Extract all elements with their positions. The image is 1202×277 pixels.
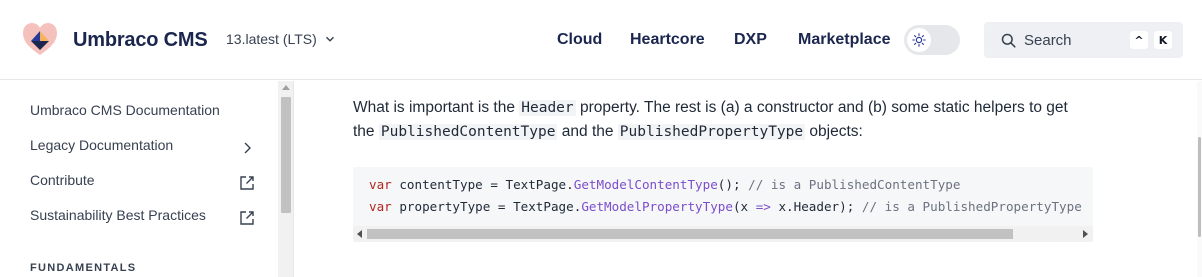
body-paragraph: What is important is the Header property… [353, 96, 1093, 144]
code-comment: // is a PublishedPropertyType [861, 199, 1082, 214]
main-content: What is important is the Header property… [295, 81, 1197, 277]
code-keyword: var [369, 177, 392, 192]
para-text: objects: [805, 123, 863, 140]
sidebar-item-contribute[interactable]: Contribute [30, 172, 262, 194]
inline-code: PublishedContentType [378, 124, 558, 140]
theme-toggle[interactable] [904, 25, 960, 55]
sun-icon [912, 33, 926, 47]
code-horizontal-scrollbar[interactable] [353, 226, 1093, 242]
scroll-up-arrow-icon[interactable] [282, 85, 290, 90]
search-placeholder: Search [1024, 32, 1072, 49]
code-text: (x [732, 199, 756, 214]
code-comment: // is a PublishedContentType [748, 177, 961, 192]
code-block[interactable]: var contentType = TextPage.GetModelConte… [353, 167, 1093, 242]
para-text: What is important is the [353, 99, 520, 116]
chevron-down-icon [325, 36, 334, 42]
scroll-left-arrow-icon[interactable] [357, 230, 362, 238]
external-link-icon [240, 211, 254, 225]
sidebar-item-label: Legacy Documentation [30, 137, 174, 153]
scrollbar-thumb[interactable] [281, 97, 291, 213]
sidebar-item-umbraco-cms-documentation[interactable]: Umbraco CMS Documentation [30, 102, 262, 124]
code-keyword: var [369, 199, 392, 214]
code-line: var propertyType = TextPage.GetModelProp… [369, 199, 1082, 214]
external-link-icon [240, 176, 254, 190]
code-text: propertyType = TextPage. [391, 199, 582, 214]
nav-heartcore[interactable]: Heartcore [630, 31, 705, 49]
sidebar-item-label: Contribute [30, 172, 95, 188]
shortcut-k-key: K [1154, 31, 1172, 49]
nav-cloud[interactable]: Cloud [557, 31, 602, 49]
nav-dxp[interactable]: DXP [734, 31, 767, 49]
code-operator: => [755, 199, 771, 214]
scrollbar-thumb[interactable] [367, 229, 1013, 239]
code-function: GetModelPropertyType [581, 199, 733, 214]
page-scrollbar[interactable] [1197, 81, 1202, 277]
scroll-right-arrow-icon[interactable] [1083, 230, 1088, 238]
sidebar-section-heading: FUNDAMENTALS [30, 262, 137, 274]
version-selector[interactable]: 13.latest (LTS) [226, 31, 335, 47]
inline-code: PublishedPropertyType [617, 124, 806, 140]
nav-marketplace[interactable]: Marketplace [798, 31, 891, 49]
sidebar-item-legacy-documentation[interactable]: Legacy Documentation [30, 137, 262, 159]
sidebar: Umbraco CMS Documentation Legacy Documen… [0, 81, 278, 277]
scrollbar-thumb[interactable] [1198, 137, 1201, 237]
search-icon [1001, 33, 1016, 48]
top-header: Umbraco CMS 13.latest (LTS) Cloud Heartc… [0, 0, 1202, 80]
sidebar-item-sustainability-best-practices[interactable]: Sustainability Best Practices [30, 207, 262, 229]
shortcut-ctrl-key: ^ [1130, 31, 1148, 49]
sidebar-item-label: Sustainability Best Practices [30, 207, 206, 223]
code-text: contentType = TextPage. [391, 177, 574, 192]
search-box[interactable]: Search ^ K [984, 22, 1183, 58]
toggle-knob [907, 28, 931, 52]
umbraco-logo-icon[interactable] [22, 22, 58, 58]
chevron-right-icon [244, 142, 251, 154]
code-text: (); [717, 177, 749, 192]
code-text: x.Header); [770, 199, 862, 214]
version-label: 13.latest (LTS) [226, 31, 317, 47]
brand-name[interactable]: Umbraco CMS [73, 29, 208, 52]
code-function: GetModelContentType [573, 177, 718, 192]
inline-code: Header [519, 100, 576, 116]
code-line: var contentType = TextPage.GetModelConte… [369, 177, 960, 192]
sidebar-item-label: Umbraco CMS Documentation [30, 102, 220, 118]
sidebar-scrollbar[interactable] [278, 81, 294, 277]
para-text: and the [557, 123, 618, 140]
